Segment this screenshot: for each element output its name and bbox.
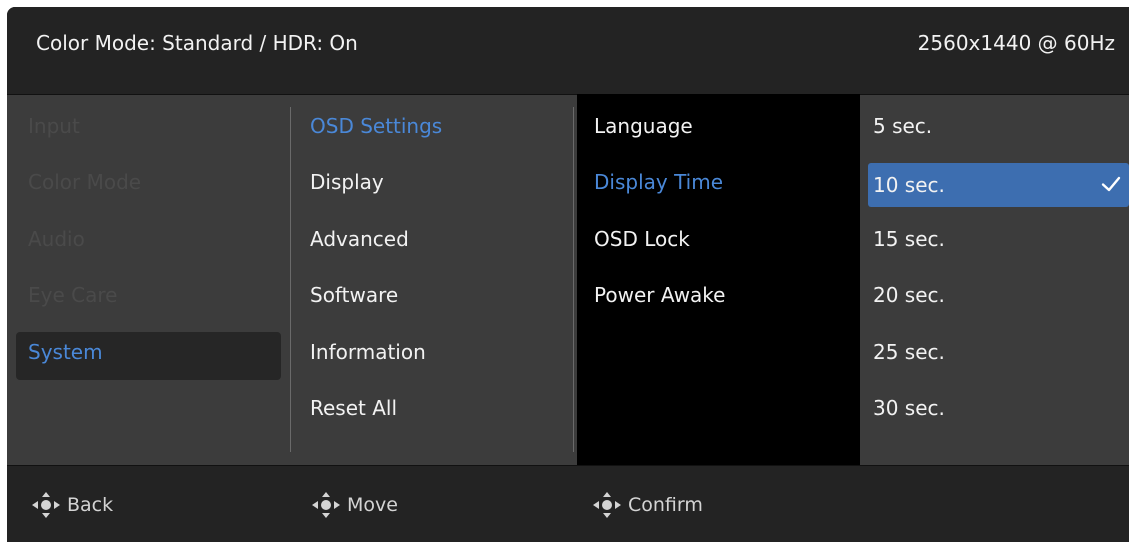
category-item-color-mode[interactable]: Color Mode	[28, 167, 141, 197]
checkmark-icon	[1101, 176, 1121, 192]
category-item-audio[interactable]: Audio	[28, 224, 85, 254]
back-label: Back	[67, 494, 114, 516]
joystick-icon	[32, 492, 60, 518]
submenu-item-software[interactable]: Software	[310, 280, 398, 310]
value-item-25-sec[interactable]: 25 sec.	[873, 337, 945, 367]
option-item-power-awake[interactable]: Power Awake	[594, 280, 725, 310]
joystick-icon	[312, 492, 340, 518]
submenu-item-osd-settings[interactable]: OSD Settings	[310, 111, 442, 141]
value-item-10-sec[interactable]: 10 sec.	[873, 170, 945, 200]
category-item-input[interactable]: Input	[28, 111, 80, 141]
confirm-label: Confirm	[628, 494, 703, 516]
osd-window: Color Mode: Standard / HDR: On 2560x1440…	[7, 7, 1129, 542]
submenu-item-reset-all[interactable]: Reset All	[310, 393, 397, 423]
move-hint[interactable]: Move	[311, 491, 398, 519]
confirm-hint[interactable]: Confirm	[592, 491, 703, 519]
category-item-eye-care[interactable]: Eye Care	[28, 280, 117, 310]
value-item-5-sec[interactable]: 5 sec.	[873, 111, 932, 141]
submenu-item-information[interactable]: Information	[310, 337, 426, 367]
color-mode-status: Color Mode: Standard / HDR: On	[36, 31, 358, 55]
back-hint[interactable]: Back	[31, 491, 113, 519]
control-hints-bar: Back Move Confirm	[7, 465, 1129, 542]
joystick-icon	[593, 492, 621, 518]
option-item-display-time[interactable]: Display Time	[594, 167, 723, 197]
column-divider	[290, 107, 291, 452]
value-item-15-sec[interactable]: 15 sec.	[873, 224, 945, 254]
category-item-system[interactable]: System	[28, 337, 103, 367]
value-item-30-sec[interactable]: 30 sec.	[873, 393, 945, 423]
status-header: Color Mode: Standard / HDR: On 2560x1440…	[7, 7, 1129, 95]
resolution-status: 2560x1440 @ 60Hz	[917, 31, 1115, 55]
column-divider	[573, 107, 574, 452]
move-label: Move	[347, 494, 398, 516]
submenu-item-advanced[interactable]: Advanced	[310, 224, 409, 254]
submenu-item-display[interactable]: Display	[310, 167, 384, 197]
option-item-osd-lock[interactable]: OSD Lock	[594, 224, 690, 254]
value-item-20-sec[interactable]: 20 sec.	[873, 280, 945, 310]
option-item-language[interactable]: Language	[594, 111, 693, 141]
